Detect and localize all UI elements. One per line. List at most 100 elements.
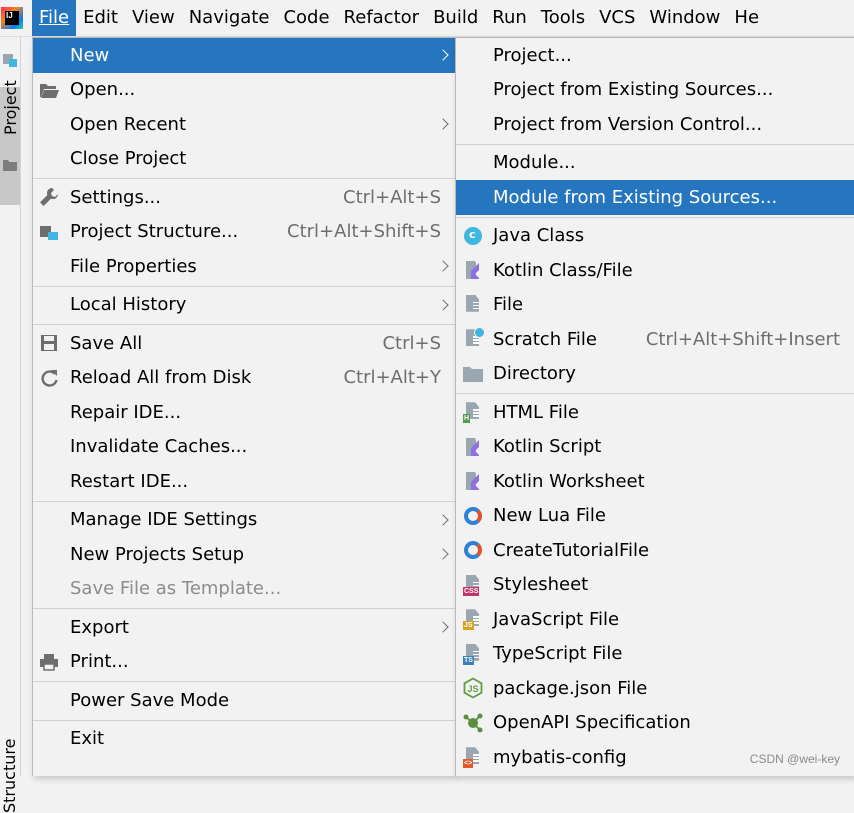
text-file-icon bbox=[462, 294, 484, 316]
submenu-item-kotlin-worksheet[interactable]: Kotlin Worksheet bbox=[456, 464, 854, 499]
menu-view[interactable]: View bbox=[125, 0, 182, 36]
menu-file[interactable]: File bbox=[32, 0, 77, 36]
menu-vcs[interactable]: VCS bbox=[592, 0, 642, 36]
submenu-item-project[interactable]: Project... bbox=[456, 38, 854, 73]
menu-item-new[interactable]: New bbox=[33, 38, 455, 73]
open-folder-icon bbox=[40, 83, 59, 98]
menu-item-new-label: New bbox=[70, 44, 110, 66]
menu-item-print-label: Print... bbox=[70, 651, 129, 673]
menu-refactor[interactable]: Refactor bbox=[337, 0, 427, 36]
menu-item-settings-label: Settings... bbox=[70, 186, 161, 208]
menu-bar: IJ File Edit View Navigate Code Refactor… bbox=[0, 0, 854, 37]
app-logo-icon: IJ bbox=[1, 7, 23, 29]
menu-item-power-save-mode-label: Power Save Mode bbox=[70, 689, 230, 711]
menu-item-power-save-mode[interactable]: Power Save Mode bbox=[33, 683, 455, 718]
menu-item-settings[interactable]: Settings... Ctrl+Alt+S bbox=[33, 180, 455, 215]
submenu-item-mybatis-label: mybatis-config bbox=[493, 746, 627, 768]
menu-tools[interactable]: Tools bbox=[534, 0, 592, 36]
submenu-item-kotlin-script[interactable]: Kotlin Script bbox=[456, 430, 854, 465]
printer-icon bbox=[40, 653, 58, 671]
menu-item-file-properties[interactable]: File Properties bbox=[33, 249, 455, 284]
menu-edit[interactable]: Edit bbox=[76, 0, 125, 36]
ts-file-icon: TS bbox=[462, 643, 484, 665]
scratch-file-icon bbox=[462, 327, 485, 350]
submenu-item-html-file[interactable]: H HTML File bbox=[456, 395, 854, 430]
tutorial-file-icon bbox=[462, 539, 484, 561]
menu-separator bbox=[456, 216, 854, 218]
menu-item-save-all[interactable]: Save All Ctrl+S bbox=[33, 326, 455, 361]
menu-item-print[interactable]: Print... bbox=[33, 645, 455, 680]
new-submenu: Project... Project from Existing Sources… bbox=[455, 37, 854, 776]
menu-navigate[interactable]: Navigate bbox=[182, 0, 277, 36]
submenu-item-typescript-file[interactable]: TS TypeScript File bbox=[456, 637, 854, 672]
menu-separator bbox=[33, 719, 455, 721]
submenu-item-project-vcs-label: Project from Version Control... bbox=[493, 113, 763, 135]
menu-item-repair-ide-label: Repair IDE... bbox=[70, 401, 182, 423]
menu-item-invalidate-caches[interactable]: Invalidate Caches... bbox=[33, 430, 455, 465]
menu-separator bbox=[33, 608, 455, 609]
menu-separator bbox=[33, 178, 455, 179]
submenu-item-kotlin-worksheet-label: Kotlin Worksheet bbox=[493, 470, 645, 492]
submenu-item-directory[interactable]: Directory bbox=[456, 357, 854, 392]
submenu-item-openapi-label: OpenAPI Specification bbox=[493, 712, 691, 734]
menu-item-new-projects-setup[interactable]: New Projects Setup bbox=[33, 537, 455, 572]
submenu-item-create-tutorial[interactable]: CreateTutorialFile bbox=[456, 533, 854, 568]
shortcut-label: Ctrl+S bbox=[382, 332, 441, 354]
menu-window[interactable]: Window bbox=[642, 0, 727, 36]
project-tab-label[interactable]: Project bbox=[1, 80, 20, 135]
submenu-item-java-class-label: Java Class bbox=[493, 225, 585, 247]
menu-item-export[interactable]: Export bbox=[33, 610, 455, 645]
shortcut-label: Ctrl+Alt+Y bbox=[343, 367, 441, 389]
refresh-icon bbox=[41, 369, 58, 387]
lua-file-icon bbox=[462, 505, 484, 527]
submenu-item-package-json[interactable]: JS package.json File bbox=[456, 671, 854, 706]
submenu-item-stylesheet-label: Stylesheet bbox=[493, 574, 589, 596]
folder-icon bbox=[463, 366, 483, 382]
submenu-item-kotlin-class[interactable]: Kotlin Class/File bbox=[456, 253, 854, 288]
menu-separator bbox=[456, 143, 854, 145]
menu-code[interactable]: Code bbox=[276, 0, 336, 36]
submenu-item-module[interactable]: Module... bbox=[456, 146, 854, 181]
menu-item-open[interactable]: Open... bbox=[33, 73, 455, 108]
menu-separator bbox=[33, 681, 455, 682]
menu-item-project-structure[interactable]: Project Structure... Ctrl+Alt+Shift+S bbox=[33, 215, 455, 250]
submenu-item-javascript-file-label: JavaScript File bbox=[493, 608, 620, 630]
submenu-item-module-label: Module... bbox=[493, 152, 576, 174]
project-structure-icon[interactable] bbox=[3, 51, 17, 67]
submenu-item-module-existing[interactable]: Module from Existing Sources... bbox=[456, 180, 854, 215]
folder-icon bbox=[3, 160, 17, 171]
submenu-item-java-class[interactable]: c Java Class bbox=[456, 219, 854, 254]
menu-separator bbox=[33, 500, 455, 502]
menu-separator bbox=[456, 393, 854, 394]
js-file-icon: JS bbox=[462, 608, 484, 631]
submenu-item-openapi[interactable]: OpenAPI Specification bbox=[456, 706, 854, 741]
submenu-item-package-json-label: package.json File bbox=[493, 677, 648, 699]
menu-item-save-as-template: Save File as Template... bbox=[33, 572, 455, 607]
submenu-item-file[interactable]: File bbox=[456, 288, 854, 323]
menu-item-manage-ide-settings[interactable]: Manage IDE Settings bbox=[33, 503, 455, 538]
menu-help[interactable]: He bbox=[727, 0, 766, 36]
submenu-item-project-vcs[interactable]: Project from Version Control... bbox=[456, 107, 854, 142]
menu-item-repair-ide[interactable]: Repair IDE... bbox=[33, 395, 455, 430]
submenu-item-stylesheet[interactable]: CSS Stylesheet bbox=[456, 568, 854, 603]
menu-item-invalidate-caches-label: Invalidate Caches... bbox=[70, 436, 248, 458]
menu-build[interactable]: Build bbox=[426, 0, 485, 36]
submenu-item-scratch-file[interactable]: Scratch File Ctrl+Alt+Shift+Insert bbox=[456, 322, 854, 357]
submenu-item-kotlin-class-label: Kotlin Class/File bbox=[493, 259, 633, 281]
save-disk-icon bbox=[41, 335, 57, 352]
menu-item-reload-all[interactable]: Reload All from Disk Ctrl+Alt+Y bbox=[33, 361, 455, 396]
menu-item-open-recent[interactable]: Open Recent bbox=[33, 107, 455, 142]
xml-file-icon: <> bbox=[462, 746, 484, 769]
submenu-item-new-lua-file[interactable]: New Lua File bbox=[456, 499, 854, 534]
submenu-item-project-existing[interactable]: Project from Existing Sources... bbox=[456, 73, 854, 108]
submenu-item-project-existing-label: Project from Existing Sources... bbox=[493, 79, 774, 101]
menu-item-close-project[interactable]: Close Project bbox=[33, 142, 455, 177]
submenu-item-create-tutorial-label: CreateTutorialFile bbox=[493, 539, 650, 561]
submenu-item-javascript-file[interactable]: JS JavaScript File bbox=[456, 602, 854, 637]
menu-item-open-label: Open... bbox=[70, 79, 136, 101]
menu-item-local-history[interactable]: Local History bbox=[33, 288, 455, 323]
menu-item-exit[interactable]: Exit bbox=[33, 722, 455, 757]
menu-run[interactable]: Run bbox=[485, 0, 534, 36]
svg-text:JS: JS bbox=[467, 684, 478, 694]
menu-item-restart-ide[interactable]: Restart IDE... bbox=[33, 464, 455, 499]
